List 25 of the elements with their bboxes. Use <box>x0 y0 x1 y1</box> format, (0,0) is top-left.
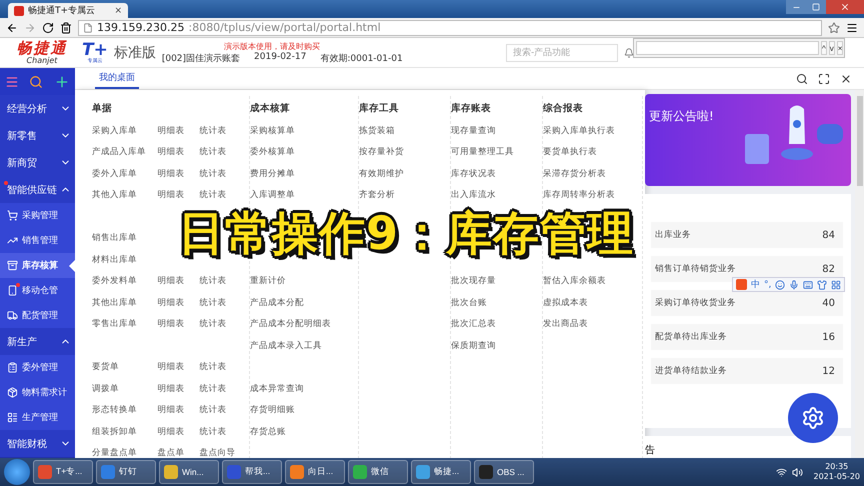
video-title-overlay: 日常操作9：库存管理 <box>178 205 634 261</box>
task-count: 40 <box>822 298 835 308</box>
banner-text: 更新公告啦! <box>649 108 714 125</box>
url-path: :8080/tplus/view/portal/portal.html <box>188 21 381 34</box>
menu-column-title: 综合报表 <box>543 102 584 116</box>
validity-date: 有效期:0001-01-01 <box>320 52 403 64</box>
menu-column-title: 单据 <box>92 102 113 116</box>
demo-notice: 演示版本使用，请及时购买 <box>224 40 321 52</box>
tab-title: 畅捷通T+专属云 <box>28 4 96 17</box>
clock-time: 20:35 <box>825 462 848 472</box>
logo-text: 畅捷通 <box>16 40 68 56</box>
task-count: 16 <box>822 332 835 342</box>
logo-subtext: Chanjet <box>26 56 58 64</box>
task-count: 12 <box>822 366 835 376</box>
menu-column-title: 库存工具 <box>359 102 400 116</box>
task-count: 84 <box>822 230 835 240</box>
menu-column-title: 成本核算 <box>250 102 291 116</box>
edition-label: 标准版 <box>114 44 156 62</box>
menu-column-title: 库存账表 <box>451 102 492 116</box>
task-count: 82 <box>822 264 835 274</box>
login-date: 2019-02-17 <box>254 52 306 64</box>
product-logo: T+ <box>82 42 108 58</box>
url-host: 139.159.230.25 <box>97 21 184 34</box>
account-name: [002]固佳演示账套 <box>162 52 240 64</box>
clock-date: 2021-05-20 <box>814 472 860 482</box>
